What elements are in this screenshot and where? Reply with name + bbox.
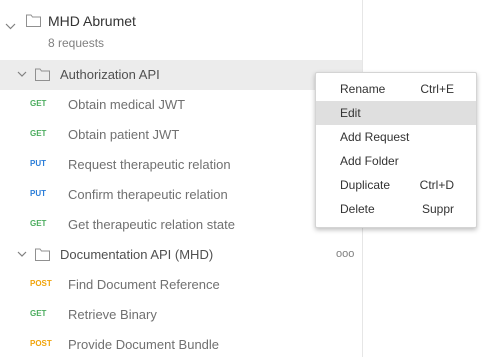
menu-item-label: Add Folder <box>340 154 399 168</box>
folder-name: Authorization API <box>60 67 160 82</box>
request-name: Get therapeutic relation state <box>68 217 235 232</box>
request-name: Obtain patient JWT <box>68 127 180 142</box>
menu-item-shortcut: Suppr <box>421 202 454 216</box>
request-item[interactable]: GET Obtain medical JWT <box>0 90 362 120</box>
collection-name: MHD Abrumet <box>48 13 136 29</box>
method-badge: GET <box>30 99 47 108</box>
menu-item-label: Edit <box>340 106 361 120</box>
method-badge: GET <box>30 219 47 228</box>
context-menu: Rename Ctrl+E Edit Add Request Add Folde… <box>315 72 477 228</box>
menu-item-delete[interactable]: Delete Suppr <box>316 197 476 221</box>
collections-sidebar: MHD Abrumet 8 requests Authorization API… <box>0 0 363 357</box>
method-badge: POST <box>30 279 52 288</box>
request-item[interactable]: POST Provide Document Bundle <box>0 330 362 360</box>
request-name: Provide Document Bundle <box>68 337 220 352</box>
menu-item-edit[interactable]: Edit <box>316 101 476 125</box>
request-name: Find Document Reference <box>68 277 220 292</box>
menu-item-add-request[interactable]: Add Request <box>316 125 476 149</box>
menu-item-rename[interactable]: Rename Ctrl+E <box>316 77 476 101</box>
request-name: Obtain medical JWT <box>68 97 186 112</box>
collection-header[interactable]: MHD Abrumet 8 requests <box>0 0 362 58</box>
chevron-down-icon[interactable] <box>17 251 27 257</box>
request-name: Request therapeutic relation <box>68 157 231 172</box>
menu-item-add-folder[interactable]: Add Folder <box>316 149 476 173</box>
request-item[interactable]: GET Retrieve Binary <box>0 300 362 330</box>
folder-icon <box>35 68 50 81</box>
menu-item-label: Rename <box>340 82 386 96</box>
menu-item-label: Delete <box>340 202 375 216</box>
request-item[interactable]: GET Obtain patient JWT <box>0 120 362 150</box>
menu-item-shortcut: Ctrl+D <box>419 178 454 192</box>
method-badge: GET <box>30 309 47 318</box>
method-badge: PUT <box>30 189 46 198</box>
request-item[interactable]: PUT Confirm therapeutic relation <box>0 180 362 210</box>
chevron-down-icon[interactable] <box>5 23 16 30</box>
request-item[interactable]: PUT Request therapeutic relation <box>0 150 362 180</box>
menu-item-duplicate[interactable]: Duplicate Ctrl+D <box>316 173 476 197</box>
menu-item-label: Duplicate <box>340 178 391 192</box>
folder-name: Documentation API (MHD) <box>60 247 214 262</box>
request-name: Confirm therapeutic relation <box>68 187 228 202</box>
collection-request-count: 8 requests <box>48 36 105 50</box>
menu-item-shortcut: Ctrl+E <box>420 82 454 96</box>
more-options-icon[interactable]: ooo <box>336 248 354 260</box>
method-badge: POST <box>30 339 52 348</box>
folder-documentation-api[interactable]: Documentation API (MHD) ooo <box>0 240 362 270</box>
request-name: Retrieve Binary <box>68 307 157 322</box>
chevron-down-icon[interactable] <box>17 71 27 77</box>
method-badge: GET <box>30 129 47 138</box>
request-item[interactable]: POST Find Document Reference <box>0 270 362 300</box>
folder-icon <box>35 248 50 261</box>
method-badge: PUT <box>30 159 46 168</box>
folder-icon <box>26 14 41 27</box>
folder-authorization-api[interactable]: Authorization API <box>0 60 362 90</box>
menu-item-label: Add Request <box>340 130 410 144</box>
request-item[interactable]: GET Get therapeutic relation state <box>0 210 362 240</box>
